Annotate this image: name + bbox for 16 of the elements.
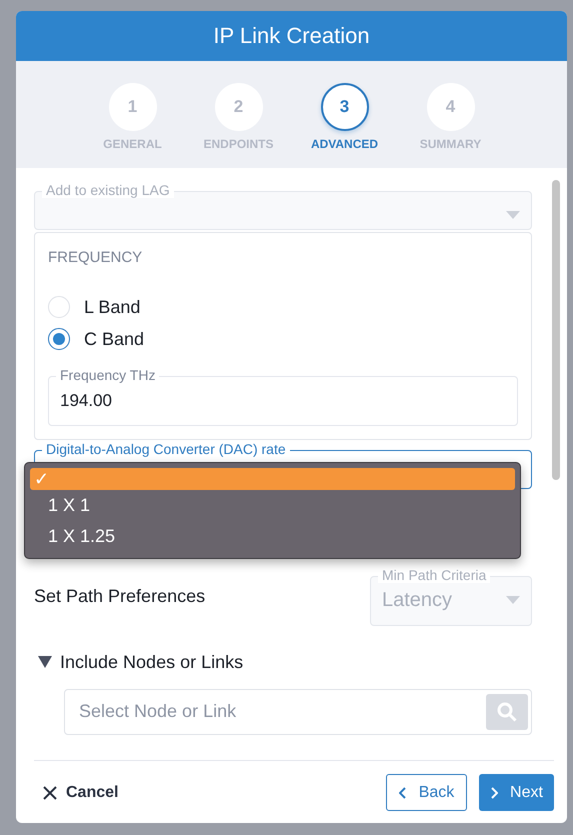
section-label: Set Path Preferences (34, 586, 206, 607)
field-label: Min Path Criteria (378, 566, 490, 583)
step-label: SUMMARY (420, 137, 482, 151)
field-value: Latency (382, 589, 452, 612)
field-value: 194.00 (60, 391, 112, 412)
field-label: Frequency THz (56, 367, 160, 384)
section-label: Include Nodes or Links (60, 652, 244, 673)
field-label: Add to existing LAG (42, 182, 174, 198)
radio-label: L Band (84, 296, 140, 318)
dialog-title: IP Link Creation (16, 11, 567, 61)
section-heading: FREQUENCY (48, 249, 144, 266)
step-label: GENERAL (103, 137, 162, 151)
field-label: Digital-to-Analog Converter (DAC) rate (42, 440, 290, 457)
radio-label: C Band (84, 328, 144, 350)
step-label: ENDPOINTS (203, 137, 274, 151)
step-label: ADVANCED (310, 137, 378, 151)
